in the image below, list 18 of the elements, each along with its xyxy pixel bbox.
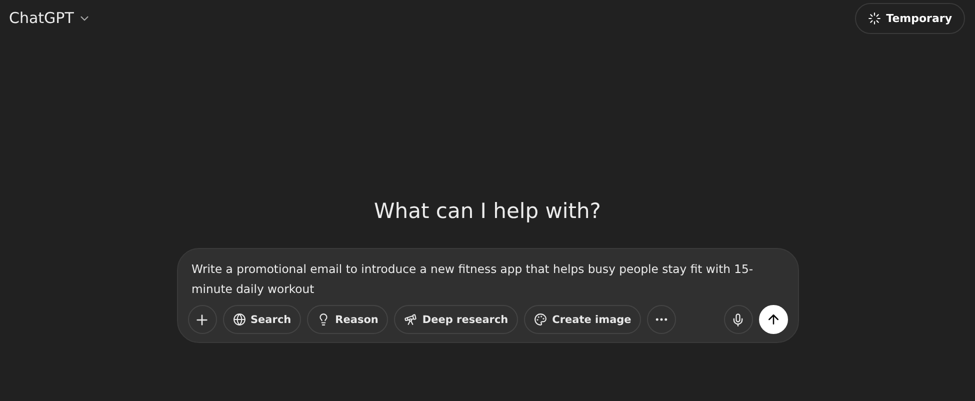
prompt-text[interactable]: Write a promotional email to introduce a new fitness app that helps busy people stay fit with 15-minute daily workout xyxy=(188,259,788,299)
page-heading: What can I help with? xyxy=(374,199,601,223)
tool-button[interactable]: Deep research xyxy=(394,305,518,334)
globe-icon xyxy=(232,313,246,326)
plus-icon xyxy=(194,312,210,328)
tool-button[interactable]: Reason xyxy=(307,305,388,334)
temporary-button[interactable]: Temporary xyxy=(855,2,965,34)
microphone-button[interactable] xyxy=(724,305,752,334)
lightbulb-icon xyxy=(317,313,330,326)
telescope-icon xyxy=(404,313,418,326)
tool-button[interactable]: Search xyxy=(222,305,302,334)
model-selector[interactable]: ChatGPT xyxy=(9,9,91,27)
palette-icon xyxy=(534,313,548,326)
microphone-icon xyxy=(731,312,745,326)
tool-button[interactable]: Create image xyxy=(524,305,642,334)
add-button[interactable] xyxy=(188,305,216,334)
more-button[interactable] xyxy=(647,305,676,334)
send-button[interactable] xyxy=(758,305,788,334)
